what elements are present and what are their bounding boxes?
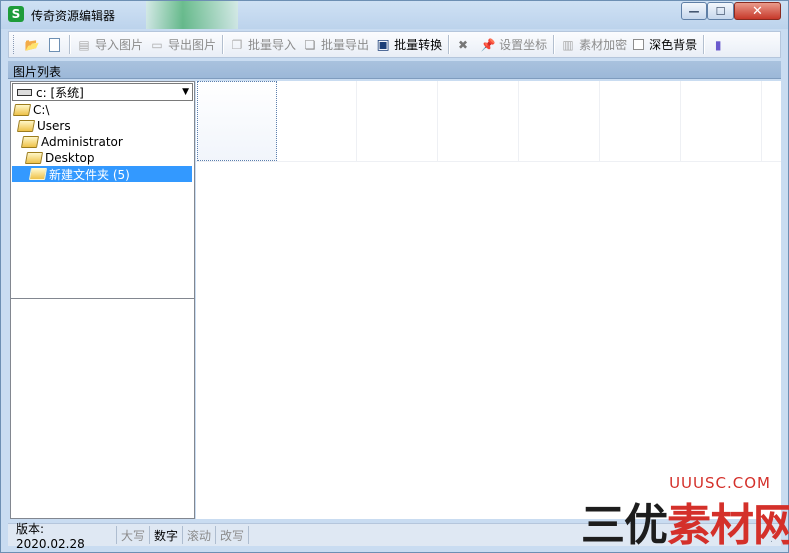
open-folder-icon	[28, 168, 48, 180]
dark-background-label: 深色背景	[649, 38, 698, 52]
encrypt-icon: ▥	[562, 37, 574, 52]
drive-value: c: [系统]	[36, 85, 84, 100]
title-decoration-faint	[277, 5, 337, 25]
toolbar: 📂 ▤ 导入图片 ▭ 导出图片 ❐ 批量导入 ❏ 批量导出 ▣ 批量转换 ✖ 📌…	[8, 31, 781, 58]
file-browser-panel: c: [系统] ▼ C:\ Users Administrator Deskto…	[10, 81, 195, 519]
folder-tree: C:\ Users Administrator Desktop 新建文件夹 (5…	[12, 102, 193, 298]
maximize-button[interactable]: ☐	[707, 2, 734, 20]
image-list-header: 图片列表	[8, 61, 781, 79]
tree-item-label: Users	[37, 119, 71, 133]
dark-background-toggle[interactable]: 深色背景	[630, 34, 700, 55]
open-folder-icon	[20, 136, 40, 148]
open-folder-icon	[16, 120, 36, 132]
tree-item-label: 新建文件夹 (5)	[49, 167, 130, 182]
version-status: 版本: 2020.02.28	[8, 522, 117, 551]
export-image-icon: ▭	[151, 37, 163, 52]
close-button[interactable]: ✕	[734, 2, 781, 20]
watermark: UUUSC.COM 三优素材网	[581, 471, 789, 551]
watermark-text-red: 素材网	[667, 500, 789, 551]
scroll-status: 滚动	[183, 526, 217, 544]
open-folder-icon: 📂	[24, 37, 40, 52]
thumbnail-cell[interactable]	[682, 81, 762, 161]
title-decoration-faint	[387, 5, 447, 25]
thumbnail-grid[interactable]	[196, 81, 781, 519]
tree-item[interactable]: Users	[16, 118, 71, 134]
export-image-label: 导出图片	[168, 38, 217, 52]
title-bar[interactable]: S 传奇资源编辑器 — ☐ ✕	[1, 1, 788, 29]
main-window: S 传奇资源编辑器 — ☐ ✕ 📂 ▤ 导入图片 ▭ 导出图片 ❐ 批量导入 ❏…	[0, 0, 789, 553]
export-image-button[interactable]: ▭ 导出图片	[146, 34, 219, 55]
overwrite-status: 改写	[216, 526, 250, 544]
minimize-button[interactable]: —	[681, 2, 707, 20]
batch-import-button[interactable]: ❐ 批量导入	[226, 34, 299, 55]
save-disk-icon: ▣	[376, 36, 390, 53]
tree-item[interactable]: C:\	[12, 102, 50, 118]
delete-button[interactable]: ✖	[452, 34, 477, 55]
toolbar-separator	[69, 35, 70, 54]
open-folder-icon	[12, 104, 32, 116]
toolbar-separator	[222, 35, 224, 54]
watermark-logo: 三优素材网	[581, 489, 789, 553]
thumbnail-row	[196, 81, 781, 162]
thumbnail-cell[interactable]	[439, 81, 519, 161]
tree-item-label: Desktop	[45, 151, 95, 165]
tree-item[interactable]: Desktop	[24, 150, 95, 166]
open-folder-icon	[24, 152, 44, 164]
num-status: 数字	[150, 526, 184, 544]
help-button[interactable]: ▮	[707, 34, 732, 55]
thumbnail-cell[interactable]	[197, 81, 277, 161]
import-image-button[interactable]: ▤ 导入图片	[73, 34, 146, 55]
tree-item-label: Administrator	[41, 135, 123, 149]
new-button[interactable]	[46, 34, 66, 55]
batch-export-button[interactable]: ❏ 批量导出	[299, 34, 372, 55]
batch-import-icon: ❐	[231, 37, 243, 52]
new-file-icon	[49, 37, 60, 52]
title-decoration	[146, 1, 238, 29]
import-image-label: 导入图片	[95, 38, 144, 52]
set-coordinates-button[interactable]: 📌 设置坐标	[477, 34, 550, 55]
batch-convert-button[interactable]: ▣ 批量转换	[372, 34, 445, 55]
thumbnail-cell[interactable]	[277, 81, 357, 161]
chevron-down-icon[interactable]: ▼	[182, 87, 189, 97]
toolbar-separator	[448, 35, 450, 54]
tree-item-selected[interactable]: 新建文件夹 (5)	[12, 166, 192, 182]
book-icon: ▮	[714, 37, 722, 52]
watermark-text-black: 三优	[581, 500, 668, 551]
batch-export-icon: ❏	[304, 37, 316, 52]
drive-select[interactable]: c: [系统] ▼	[12, 83, 193, 101]
batch-convert-label: 批量转换	[394, 38, 443, 52]
batch-import-label: 批量导入	[248, 38, 297, 52]
thumbnail-cell[interactable]	[520, 81, 600, 161]
thumbnail-cell[interactable]	[601, 81, 681, 161]
dark-background-checkbox[interactable]	[633, 39, 645, 50]
delete-x-icon: ✖	[458, 37, 469, 52]
encrypt-label: 素材加密	[579, 38, 628, 52]
drive-icon	[17, 88, 32, 96]
pin-icon: 📌	[480, 37, 496, 52]
encrypt-button[interactable]: ▥ 素材加密	[557, 34, 630, 55]
window-title: 传奇资源编辑器	[31, 9, 116, 23]
import-image-icon: ▤	[78, 37, 90, 52]
app-icon: S	[8, 6, 24, 22]
set-coordinates-label: 设置坐标	[499, 38, 548, 52]
toolbar-separator	[553, 35, 555, 54]
panel-splitter[interactable]	[11, 298, 194, 299]
toolbar-separator	[703, 35, 705, 54]
open-button[interactable]: 📂	[21, 34, 46, 55]
caps-status: 大写	[117, 526, 151, 544]
toolbar-grip[interactable]	[13, 35, 17, 54]
thumbnail-cell[interactable]	[358, 81, 438, 161]
batch-export-label: 批量导出	[321, 38, 370, 52]
tree-item-label: C:\	[33, 103, 50, 117]
tree-item[interactable]: Administrator	[20, 134, 123, 150]
image-list-title: 图片列表	[13, 65, 62, 79]
